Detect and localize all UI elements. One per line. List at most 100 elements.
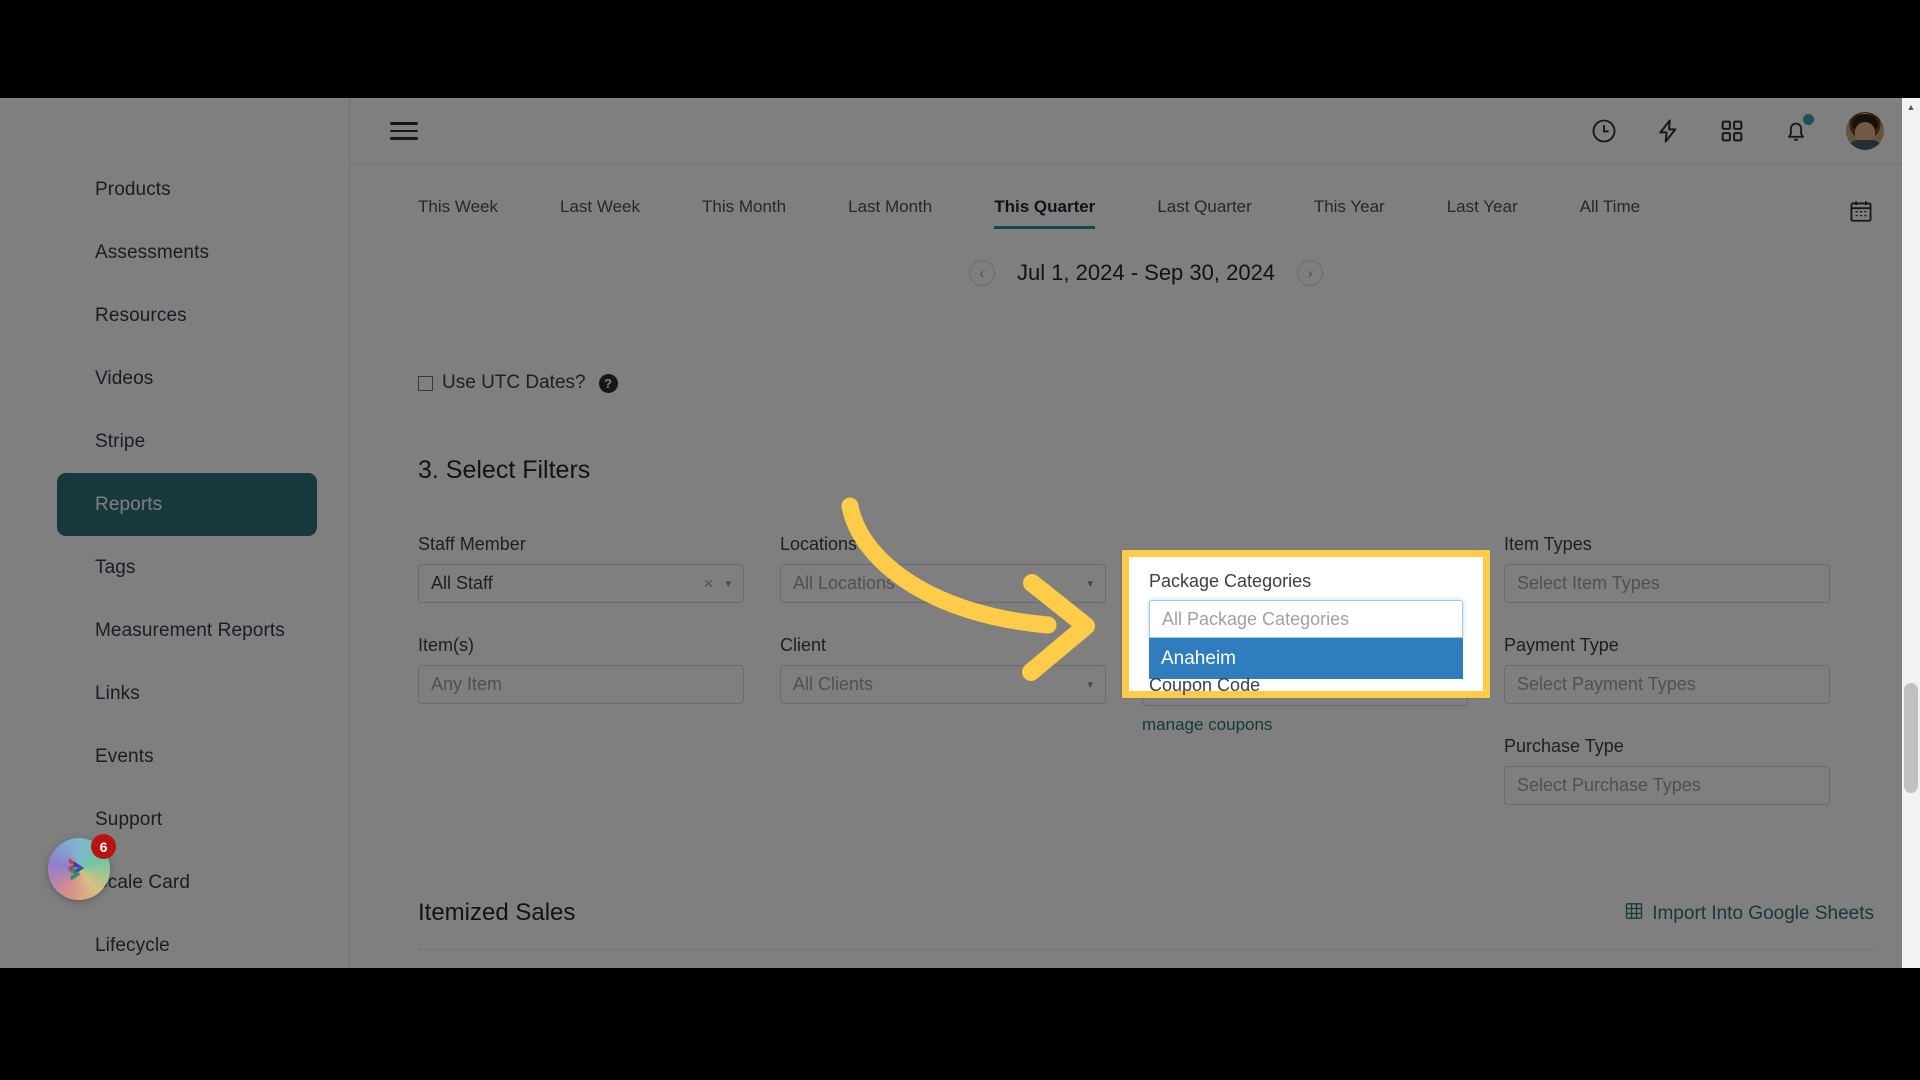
date-range-navigator: ‹ Jul 1, 2024 - Sep 30, 2024 › xyxy=(418,260,1874,286)
client-select[interactable]: All Clients ▾ xyxy=(780,665,1106,704)
filter-label: Item Types xyxy=(1504,534,1592,554)
sidebar-item-events[interactable]: Events xyxy=(57,725,317,788)
tab-label: This Month xyxy=(702,197,787,216)
sidebar-item-videos[interactable]: Videos xyxy=(57,347,317,410)
apps-grid-icon[interactable] xyxy=(1718,117,1746,145)
date-range-tabs: This Week Last Week This Month Last Mont… xyxy=(418,165,1874,230)
chevron-down-icon[interactable]: ▾ xyxy=(725,577,731,590)
lightning-bolt-icon[interactable] xyxy=(1654,117,1682,145)
clear-icon[interactable]: × xyxy=(704,574,726,594)
use-utc-dates-checkbox[interactable] xyxy=(418,375,433,391)
chat-unread-badge: 6 xyxy=(91,834,116,859)
tab-this-year[interactable]: This Year xyxy=(1314,197,1385,229)
sidebar-item-measurement-reports[interactable]: Measurement Reports xyxy=(57,599,317,662)
locations-select[interactable]: All Locations ▾ xyxy=(780,564,1106,603)
sidebar-item-label: Lifecycle xyxy=(95,934,170,956)
coupon-code-label-behind: Coupon Code xyxy=(1149,675,1261,695)
sidebar-item-tags[interactable]: Tags xyxy=(57,536,317,599)
filter-client: Client All Clients ▾ xyxy=(780,635,1106,704)
prev-range-button[interactable]: ‹ xyxy=(968,260,995,286)
use-utc-dates-label: Use UTC Dates? xyxy=(442,372,586,393)
item-types-select[interactable]: Select Item Types xyxy=(1504,564,1830,603)
scroll-up-arrow-icon[interactable]: ▲ xyxy=(1902,98,1920,116)
tab-label: Last Week xyxy=(560,197,641,216)
tab-last-year[interactable]: Last Year xyxy=(1447,197,1518,229)
filter-column-4: Item Types Select Item Types Payment Typ… xyxy=(1504,534,1830,837)
hamburger-line xyxy=(390,122,418,125)
filter-label: Locations xyxy=(780,534,858,554)
tab-label: This Year xyxy=(1313,197,1385,216)
items-placeholder: Any Item xyxy=(431,674,503,694)
tab-this-quarter[interactable]: This Quarter xyxy=(994,197,1096,229)
staff-member-value: All Staff xyxy=(431,573,493,593)
tab-this-week[interactable]: This Week xyxy=(418,197,498,229)
scrollbar-thumb[interactable] xyxy=(1904,683,1918,793)
tab-label: All Time xyxy=(1579,197,1641,216)
screen-root: Products Assessments Resources Videos St… xyxy=(0,0,1920,1080)
sidebar-item-assessments[interactable]: Assessments xyxy=(57,221,317,284)
purchase-type-select[interactable]: Select Purchase Types xyxy=(1504,766,1830,805)
package-categories-panel: Package Categories All Package Categorie… xyxy=(1129,557,1483,695)
next-range-button[interactable]: › xyxy=(1297,260,1324,286)
tab-this-month[interactable]: This Month xyxy=(702,197,786,229)
package-categories-input[interactable]: All Package Categories xyxy=(1149,600,1463,638)
tab-label: This Quarter xyxy=(994,197,1096,216)
sidebar-item-label: Videos xyxy=(95,367,154,389)
filter-label: Client xyxy=(780,635,827,655)
filter-purchase-type: Purchase Type Select Purchase Types xyxy=(1504,736,1830,805)
filter-column-1: Staff Member All Staff × ▾ Item(s) Any I… xyxy=(418,534,744,837)
notification-dot xyxy=(1803,114,1814,125)
sidebar-item-label: Tags xyxy=(95,556,136,578)
help-icon[interactable]: ? xyxy=(598,373,618,393)
user-avatar[interactable] xyxy=(1846,112,1884,150)
page-title: 3. Select Filters xyxy=(418,456,591,484)
tab-last-week[interactable]: Last Week xyxy=(560,197,640,229)
clock-icon[interactable] xyxy=(1590,117,1618,145)
sidebar-item-lifecycle[interactable]: Lifecycle xyxy=(57,914,317,968)
filter-label: Staff Member xyxy=(418,534,526,554)
sidebar-item-stripe[interactable]: Stripe xyxy=(57,410,317,473)
sidebar-item-reports[interactable]: Reports xyxy=(57,473,317,536)
locations-placeholder: All Locations xyxy=(793,573,896,593)
chevron-right-icon: › xyxy=(1307,264,1313,282)
google-sheets-grid-icon xyxy=(1624,901,1644,927)
vertical-scrollbar[interactable]: ▲ xyxy=(1902,98,1920,968)
tab-last-quarter[interactable]: Last Quarter xyxy=(1157,197,1252,229)
hamburger-icon[interactable] xyxy=(390,117,418,145)
filter-label: Item(s) xyxy=(418,635,474,655)
avatar-shirt xyxy=(1848,140,1882,150)
purchase-type-placeholder: Select Purchase Types xyxy=(1517,775,1701,795)
chevron-down-icon[interactable]: ▾ xyxy=(1087,678,1093,691)
sidebar-item-label: Resources xyxy=(95,304,187,326)
chat-logo-icon xyxy=(68,857,85,881)
tab-last-month[interactable]: Last Month xyxy=(848,197,932,229)
hamburger-line xyxy=(390,129,418,133)
itemized-sales-header: Itemized Sales Import Into Google Sheets xyxy=(418,899,1874,950)
sidebar-item-links[interactable]: Links xyxy=(57,662,317,725)
bell-icon[interactable] xyxy=(1782,114,1814,145)
filter-locations: Locations All Locations ▾ xyxy=(780,534,1106,603)
filter-item-types: Item Types Select Item Types xyxy=(1504,534,1830,603)
calendar-icon[interactable] xyxy=(1848,198,1874,229)
items-input[interactable]: Any Item xyxy=(418,665,744,704)
chevron-down-icon[interactable]: ▾ xyxy=(1087,577,1093,590)
import-into-google-sheets-link[interactable]: Import Into Google Sheets xyxy=(1624,901,1874,927)
chat-launcher[interactable]: 6 xyxy=(48,834,116,900)
sidebar-item-resources[interactable]: Resources xyxy=(57,284,317,347)
sidebar-item-label: Links xyxy=(95,682,140,704)
manage-coupons-link[interactable]: manage coupons xyxy=(1142,715,1272,735)
sidebar-item-products[interactable]: Products xyxy=(57,158,317,221)
tab-all-time[interactable]: All Time xyxy=(1580,197,1640,229)
payment-type-select[interactable]: Select Payment Types xyxy=(1504,665,1830,704)
sidebar-item-label: Assessments xyxy=(95,241,210,263)
package-category-option-anaheim[interactable]: Anaheim xyxy=(1149,638,1463,679)
sheets-link-label: Import Into Google Sheets xyxy=(1652,903,1874,924)
sidebar-item-label: Events xyxy=(95,745,154,767)
sidebar-item-label: Products xyxy=(95,178,171,200)
sidebar-item-label: Support xyxy=(95,808,163,830)
filter-label: Purchase Type xyxy=(1504,736,1624,756)
item-types-placeholder: Select Item Types xyxy=(1517,573,1660,593)
hamburger-line xyxy=(390,137,418,140)
staff-member-select[interactable]: All Staff × ▾ xyxy=(418,564,744,603)
filter-items: Item(s) Any Item xyxy=(418,635,744,704)
